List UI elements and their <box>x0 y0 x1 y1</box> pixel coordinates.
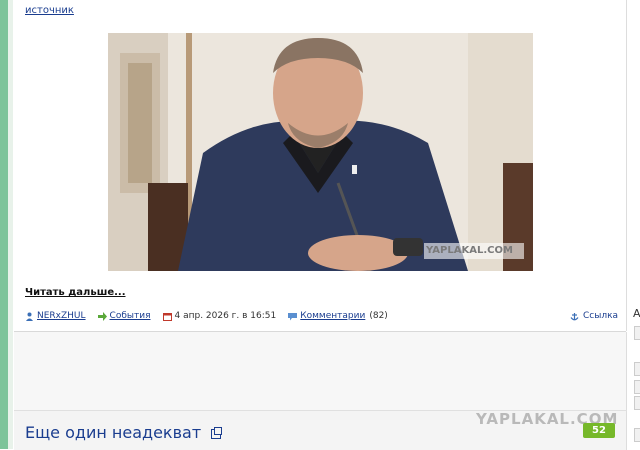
sidebar-box[interactable] <box>634 428 640 442</box>
post-meta: NERxZHUL События 4 апр. 2026 г. в 16:51 … <box>25 311 388 321</box>
left-rail-inner <box>8 0 13 449</box>
photo-watermark: YAPLAKAL.COM <box>426 245 513 256</box>
author-link[interactable]: NERxZHUL <box>37 311 86 321</box>
category-link[interactable]: События <box>110 311 151 321</box>
post-photo[interactable]: YAPLAKAL.COM <box>108 33 533 271</box>
post-date: 4 апр. 2026 г. в 16:51 <box>174 311 277 321</box>
comments-icon <box>288 312 298 321</box>
permalink-label: Ссылка <box>583 311 619 321</box>
next-post-title[interactable]: Еще один неадекват <box>25 423 201 442</box>
rating-badge[interactable]: 52 <box>583 423 615 438</box>
anchor-icon <box>570 312 579 321</box>
sidebar-box[interactable] <box>634 380 640 394</box>
sidebar-box[interactable] <box>634 362 640 376</box>
arrow-right-icon <box>97 311 107 321</box>
next-post-title-row[interactable]: Еще один неадекват <box>25 423 223 442</box>
post-gap <box>14 332 627 410</box>
source-link[interactable]: источник <box>25 5 74 16</box>
sidebar-heading-letter: А <box>633 307 640 320</box>
user-icon <box>25 312 34 321</box>
sidebar-box[interactable] <box>634 326 640 340</box>
comments-link[interactable]: Комментарии <box>300 311 365 321</box>
left-rail <box>0 0 8 449</box>
calendar-icon <box>162 312 172 321</box>
external-link-icon[interactable] <box>211 426 223 439</box>
photo-illustration <box>108 33 533 271</box>
read-more-link[interactable]: Читать дальше... <box>25 287 126 298</box>
permalink[interactable]: Ссылка <box>570 311 618 321</box>
comments-count: (82) <box>369 311 388 321</box>
sidebar-box[interactable] <box>634 396 640 410</box>
